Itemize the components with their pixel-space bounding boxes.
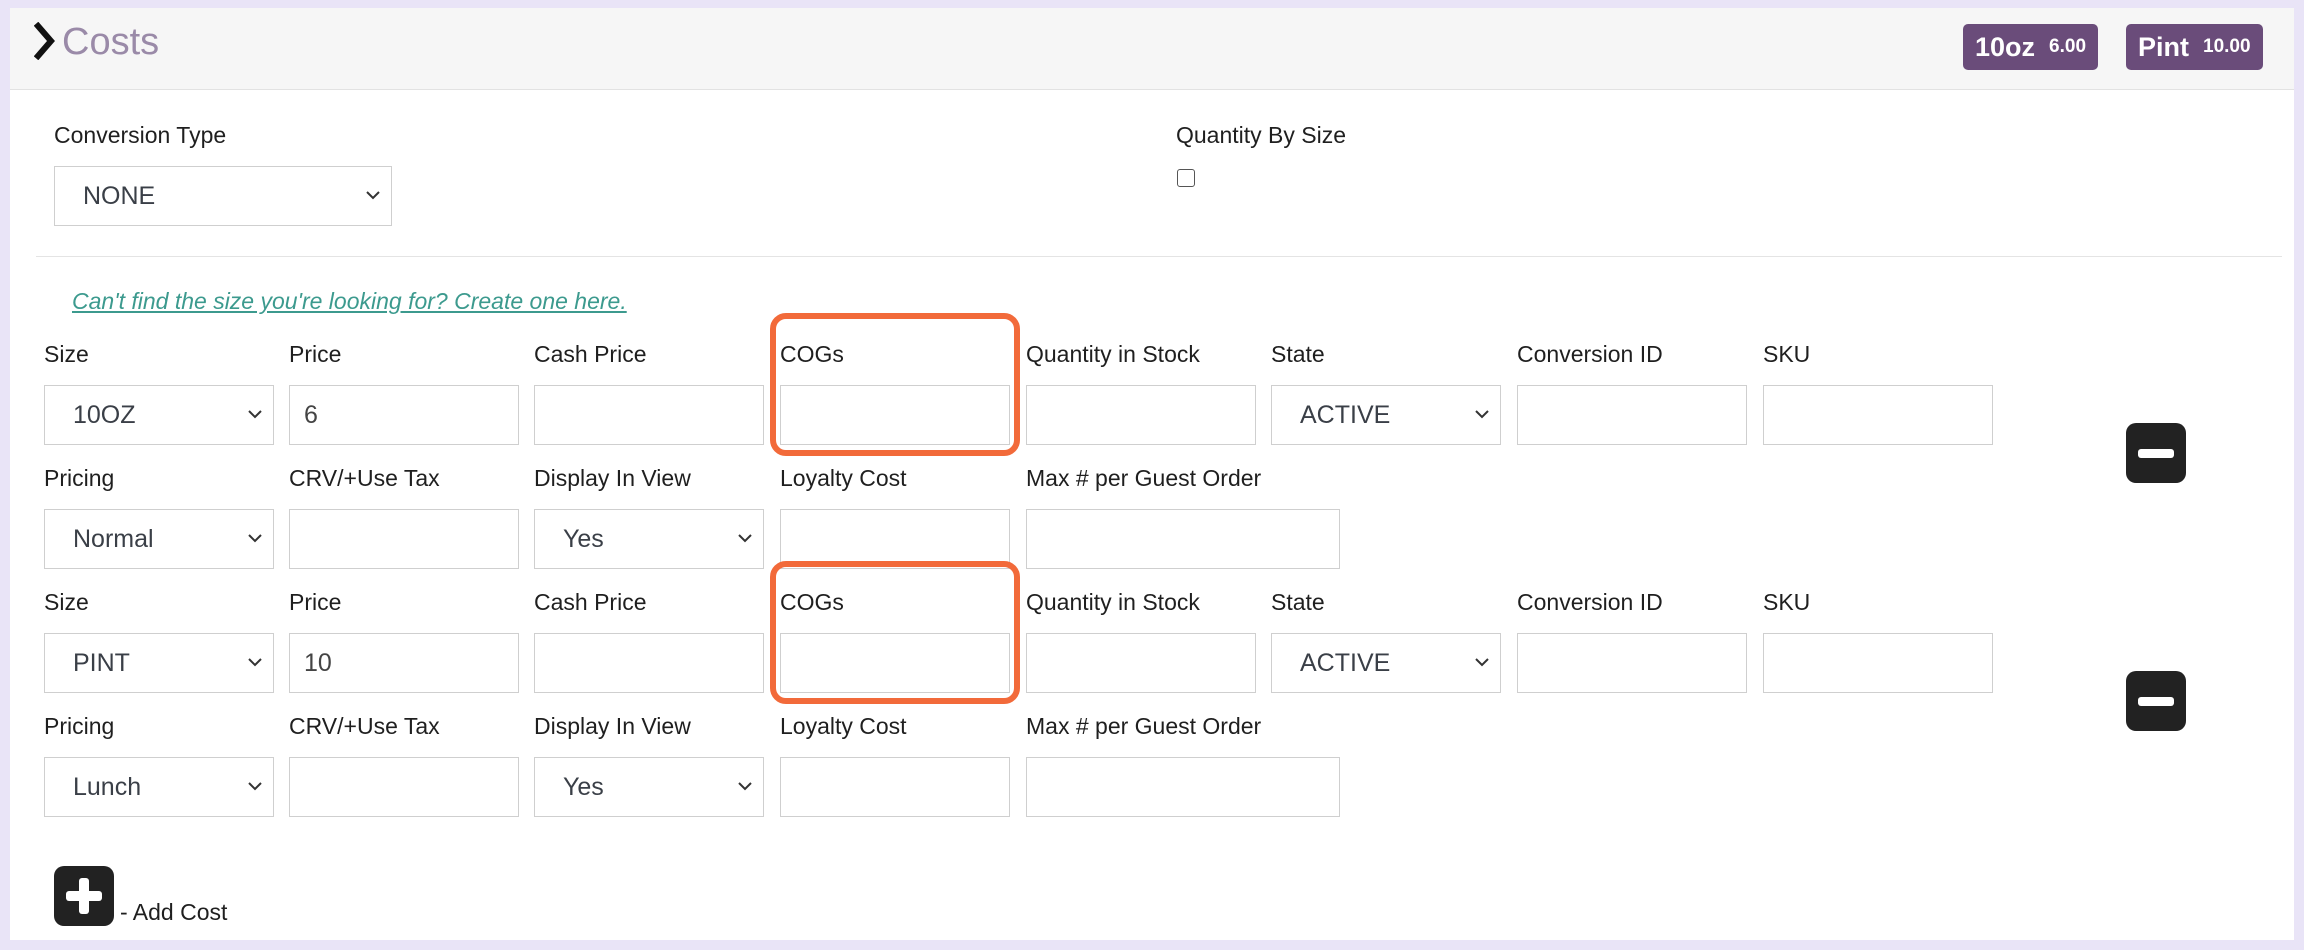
size-price-badge-pint: Pint 10.00: [2126, 24, 2263, 70]
display-select[interactable]: Yes: [534, 757, 764, 817]
sku-input[interactable]: [1763, 633, 1993, 693]
max-guest-label: Max # per Guest Order: [1026, 465, 1262, 491]
display-select[interactable]: Yes: [534, 509, 764, 569]
costs-header[interactable]: Costs 10oz 6.00 Pint 10.00: [10, 8, 2294, 90]
price-input[interactable]: 6: [289, 385, 519, 445]
state-select[interactable]: ACTIVE: [1271, 385, 1501, 445]
remove-cost-button[interactable]: [2126, 671, 2186, 731]
max-guest-input[interactable]: [1026, 509, 1340, 569]
max-guest-input[interactable]: [1026, 757, 1340, 817]
chevron-down-icon: [248, 782, 262, 791]
conversion-id-label: Conversion ID: [1517, 341, 1663, 367]
add-cost-label: - Add Cost: [120, 899, 228, 925]
state-value: ACTIVE: [1300, 649, 1391, 677]
quantity-by-size-label: Quantity By Size: [1176, 122, 1347, 148]
price-label: Price: [289, 341, 342, 367]
cogs-label: COGs: [780, 589, 844, 615]
price-label: Price: [289, 589, 342, 615]
size-label: Size: [44, 589, 89, 615]
qty-stock-label: Quantity in Stock: [1026, 341, 1200, 367]
remove-cost-button[interactable]: [2126, 423, 2186, 483]
chevron-down-icon: [248, 658, 262, 667]
sku-label: SKU: [1763, 341, 1811, 367]
size-label: Size: [44, 341, 89, 367]
display-value: Yes: [563, 525, 604, 553]
pricing-value: Lunch: [73, 773, 142, 801]
sku-label: SKU: [1763, 589, 1811, 615]
conversion-id-label: Conversion ID: [1517, 589, 1663, 615]
pricing-label: Pricing: [44, 713, 115, 739]
price-input[interactable]: 10: [289, 633, 519, 693]
conversion-id-input[interactable]: [1517, 633, 1747, 693]
chevron-down-icon: [738, 782, 752, 791]
crv-label: CRV/+Use Tax: [289, 465, 440, 491]
size-price-badge-10oz: 10oz 6.00: [1963, 24, 2099, 70]
cogs-label: COGs: [780, 341, 844, 367]
display-value: Yes: [563, 773, 604, 801]
chevron-down-icon: [738, 534, 752, 543]
cash-price-input[interactable]: [534, 385, 764, 445]
max-guest-label: Max # per Guest Order: [1026, 713, 1262, 739]
qty-stock-input[interactable]: [1026, 385, 1256, 445]
size-value: PINT: [73, 649, 130, 677]
conversion-id-input[interactable]: [1517, 385, 1747, 445]
crv-label: CRV/+Use Tax: [289, 713, 440, 739]
badge-size-name: 10oz: [1975, 31, 2036, 62]
sku-input[interactable]: [1763, 385, 1993, 445]
divider: [36, 256, 2282, 257]
badge-size-name: Pint: [2138, 31, 2189, 62]
chevron-down-icon: [366, 191, 380, 200]
badge-size-price: 10.00: [2203, 36, 2251, 57]
state-label: State: [1271, 341, 1325, 367]
cash-price-label: Cash Price: [534, 589, 647, 615]
pricing-label: Pricing: [44, 465, 115, 491]
conversion-type-label: Conversion Type: [54, 122, 227, 148]
loyalty-input[interactable]: [780, 509, 1010, 569]
chevron-down-icon: [1475, 410, 1489, 419]
pricing-select[interactable]: Lunch: [44, 757, 274, 817]
chevron-down-icon: [248, 534, 262, 543]
badge-size-price: 6.00: [2049, 36, 2087, 57]
add-cost-button[interactable]: [54, 866, 114, 926]
chevron-down-icon: [1475, 658, 1489, 667]
display-label: Display In View: [534, 465, 691, 491]
state-value: ACTIVE: [1300, 401, 1391, 429]
size-value: 10OZ: [73, 401, 136, 429]
section-title: Costs: [62, 21, 160, 63]
cogs-input[interactable]: [780, 385, 1010, 445]
conversion-type-select[interactable]: NONE: [54, 166, 392, 226]
cash-price-label: Cash Price: [534, 341, 647, 367]
state-select[interactable]: ACTIVE: [1271, 633, 1501, 693]
conversion-type-value: NONE: [83, 182, 156, 210]
create-size-link[interactable]: Can't find the size you're looking for? …: [72, 288, 627, 315]
crv-input[interactable]: [289, 509, 519, 569]
qty-stock-input[interactable]: [1026, 633, 1256, 693]
loyalty-label: Loyalty Cost: [780, 465, 907, 491]
chevron-right-icon[interactable]: [34, 22, 56, 60]
size-select[interactable]: 10OZ: [44, 385, 274, 445]
quantity-by-size-checkbox[interactable]: [1177, 169, 1195, 187]
loyalty-label: Loyalty Cost: [780, 713, 907, 739]
pricing-value: Normal: [73, 525, 154, 553]
crv-input[interactable]: [289, 757, 519, 817]
costs-panel: Costs 10oz 6.00 Pint 10.00 Conversion Ty…: [10, 8, 2294, 940]
cash-price-input[interactable]: [534, 633, 764, 693]
size-select[interactable]: PINT: [44, 633, 274, 693]
display-label: Display In View: [534, 713, 691, 739]
state-label: State: [1271, 589, 1325, 615]
qty-stock-label: Quantity in Stock: [1026, 589, 1200, 615]
pricing-select[interactable]: Normal: [44, 509, 274, 569]
chevron-down-icon: [248, 410, 262, 419]
cogs-input[interactable]: [780, 633, 1010, 693]
loyalty-input[interactable]: [780, 757, 1010, 817]
